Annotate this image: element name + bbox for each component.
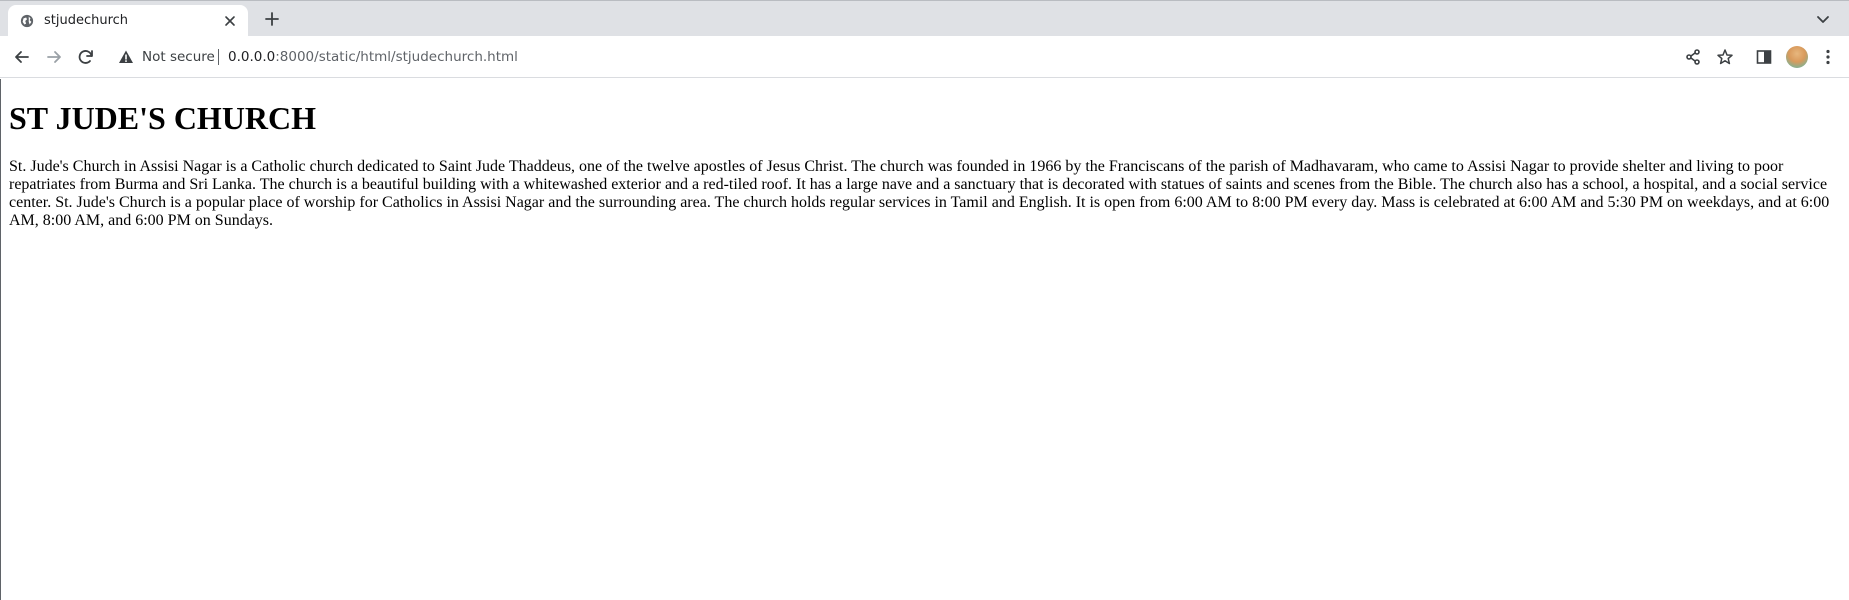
close-icon[interactable] — [222, 13, 238, 29]
url-path: :8000/static/html/stjudechurch.html — [275, 49, 518, 65]
tab-stjudechurch[interactable]: stjudechurch — [8, 5, 248, 37]
address-bar[interactable]: Not secure 0.0.0.0:8000/static/html/stju… — [110, 40, 1720, 74]
reload-icon[interactable] — [76, 47, 96, 67]
plus-icon[interactable] — [262, 9, 282, 29]
tab-strip: stjudechurch — [0, 0, 1849, 37]
kebab-menu-icon[interactable] — [1818, 47, 1838, 67]
browser-toolbar: Not secure 0.0.0.0:8000/static/html/stju… — [0, 36, 1849, 78]
warning-icon[interactable] — [118, 49, 134, 65]
avatar[interactable] — [1786, 46, 1808, 68]
page-body-paragraph: St. Jude's Church in Assisi Nagar is a C… — [9, 158, 1830, 229]
share-icon[interactable] — [1683, 47, 1703, 67]
url-text[interactable]: 0.0.0.0:8000/static/html/stjudechurch.ht… — [228, 48, 518, 66]
security-status[interactable]: Not secure — [142, 48, 215, 66]
arrow-right-icon[interactable] — [44, 47, 64, 67]
tab-title: stjudechurch — [44, 13, 129, 28]
star-icon[interactable] — [1715, 47, 1735, 67]
chevron-down-icon[interactable] — [1815, 11, 1831, 27]
side-panel-icon[interactable] — [1754, 47, 1774, 67]
url-host: 0.0.0.0 — [228, 49, 276, 65]
globe-icon — [20, 14, 34, 28]
omnibox-divider — [218, 49, 219, 65]
arrow-left-icon[interactable] — [12, 47, 32, 67]
page-content: ST JUDE'S CHURCH St. Jude's Church in As… — [0, 79, 1849, 600]
page-title: ST JUDE'S CHURCH — [9, 100, 317, 136]
